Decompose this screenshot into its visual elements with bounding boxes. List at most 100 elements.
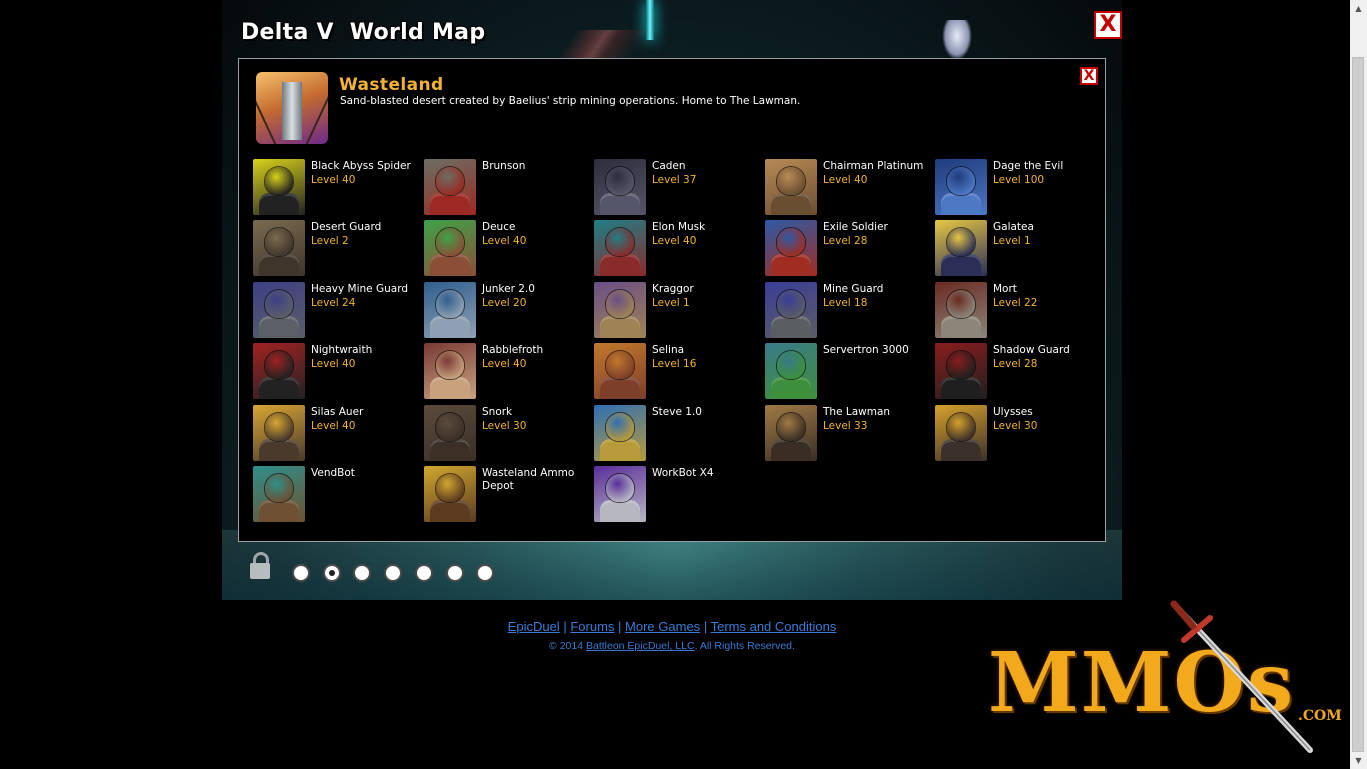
npc-entry[interactable]: Brunson	[424, 159, 589, 217]
link-more-games[interactable]: More Games	[625, 619, 700, 634]
npc-entry[interactable]: Nightwraith Level 40	[253, 343, 418, 401]
npc-portrait[interactable]	[594, 159, 646, 215]
npc-entry[interactable]: Shadow Guard Level 28	[935, 343, 1100, 401]
npc-entry[interactable]: Wasteland Ammo Depot	[424, 466, 589, 524]
npc-entry[interactable]: The Lawman Level 33	[765, 405, 930, 463]
npc-portrait[interactable]	[765, 405, 817, 461]
npc-portrait[interactable]	[253, 343, 305, 399]
npc-portrait[interactable]	[765, 343, 817, 399]
npc-level: Level 24	[311, 297, 356, 309]
npc-entry[interactable]: Chairman Platinum Level 40	[765, 159, 930, 217]
background-statue	[942, 20, 972, 60]
npc-entry[interactable]: Kraggor Level 1	[594, 282, 759, 340]
npc-level: Level 30	[993, 420, 1038, 432]
npc-level: Level 40	[482, 235, 527, 247]
npc-entry[interactable]: Silas Auer Level 40	[253, 405, 418, 463]
npc-portrait[interactable]	[594, 343, 646, 399]
npc-entry[interactable]: Dage the Evil Level 100	[935, 159, 1100, 217]
wasteland-zone-icon	[256, 72, 328, 144]
npc-name: WorkBot X4	[652, 467, 714, 479]
npc-portrait[interactable]	[253, 405, 305, 461]
link-forums[interactable]: Forums	[570, 619, 614, 634]
npc-portrait[interactable]	[253, 282, 305, 338]
npc-name: Galatea	[993, 221, 1034, 233]
npc-entry[interactable]: Black Abyss Spider Level 40	[253, 159, 418, 217]
npc-level: Level 22	[993, 297, 1038, 309]
npc-entry[interactable]: Desert Guard Level 2	[253, 220, 418, 278]
lock-icon[interactable]	[249, 552, 271, 580]
npc-level: Level 28	[823, 235, 868, 247]
npc-entry[interactable]: Ulysses Level 30	[935, 405, 1100, 463]
scroll-thumb[interactable]	[1352, 57, 1364, 752]
copyright-suffix: . All Rights Reserved.	[694, 640, 795, 652]
npc-entry[interactable]: Heavy Mine Guard Level 24	[253, 282, 418, 340]
npc-portrait[interactable]	[935, 343, 987, 399]
link-separator: |	[563, 619, 567, 634]
npc-entry[interactable]: Junker 2.0 Level 20	[424, 282, 589, 340]
close-panel-button[interactable]: X	[1080, 67, 1098, 85]
npc-entry[interactable]: WorkBot X4	[594, 466, 759, 524]
npc-level: Level 18	[823, 297, 868, 309]
npc-entry[interactable]: Selina Level 16	[594, 343, 759, 401]
close-map-button[interactable]: X	[1094, 11, 1122, 39]
page-dot[interactable]	[384, 564, 403, 582]
npc-name: Heavy Mine Guard	[311, 283, 409, 295]
npc-name: Rabblefroth	[482, 344, 544, 356]
npc-entry[interactable]: Servertron 3000	[765, 343, 930, 401]
npc-entry[interactable]: Steve 1.0	[594, 405, 759, 463]
npc-level: Level 28	[993, 358, 1038, 370]
npc-portrait[interactable]	[424, 343, 476, 399]
npc-portrait[interactable]	[935, 220, 987, 276]
npc-entry[interactable]: Rabblefroth Level 40	[424, 343, 589, 401]
page-dot[interactable]	[445, 564, 464, 582]
npc-portrait[interactable]	[594, 466, 646, 522]
npc-entry[interactable]: Elon Musk Level 40	[594, 220, 759, 278]
npc-portrait[interactable]	[253, 220, 305, 276]
npc-portrait[interactable]	[253, 159, 305, 215]
npc-name: Nightwraith	[311, 344, 373, 356]
npc-portrait[interactable]	[765, 220, 817, 276]
npc-entry[interactable]: Deuce Level 40	[424, 220, 589, 278]
link-terms[interactable]: Terms and Conditions	[711, 619, 837, 634]
npc-portrait[interactable]	[935, 405, 987, 461]
npc-portrait[interactable]	[424, 159, 476, 215]
copyright-prefix: © 2014	[549, 640, 584, 652]
page-dot[interactable]	[292, 564, 310, 582]
npc-level: Level 40	[311, 358, 356, 370]
npc-level: Level 16	[652, 358, 697, 370]
npc-name: Deuce	[482, 221, 516, 233]
npc-entry[interactable]: Snork Level 30	[424, 405, 589, 463]
npc-entry[interactable]: Mort Level 22	[935, 282, 1100, 340]
npc-level: Level 40	[311, 174, 356, 186]
page-dot[interactable]	[414, 564, 433, 582]
npc-portrait[interactable]	[594, 282, 646, 338]
vertical-scrollbar[interactable]: ▲ ▼	[1350, 0, 1367, 769]
scroll-down-arrow-icon[interactable]: ▼	[1350, 752, 1367, 769]
npc-entry[interactable]: Caden Level 37	[594, 159, 759, 217]
zone-description: Sand-blasted desert created by Baelius' …	[340, 95, 801, 107]
npc-portrait[interactable]	[594, 220, 646, 276]
copyright-company-link[interactable]: Battleon EpicDuel, LLC	[586, 640, 695, 652]
npc-portrait[interactable]	[935, 282, 987, 338]
npc-name: Selina	[652, 344, 685, 356]
zone-info-panel: X Wasteland Sand-blasted desert created …	[238, 58, 1106, 542]
npc-portrait[interactable]	[594, 405, 646, 461]
npc-entry[interactable]: VendBot	[253, 466, 418, 524]
npc-portrait[interactable]	[765, 159, 817, 215]
npc-entry[interactable]: Exile Soldier Level 28	[765, 220, 930, 278]
npc-portrait[interactable]	[765, 282, 817, 338]
npc-portrait[interactable]	[424, 405, 476, 461]
npc-portrait[interactable]	[935, 159, 987, 215]
link-epicduel[interactable]: EpicDuel	[508, 619, 560, 634]
scroll-up-arrow-icon[interactable]: ▲	[1350, 0, 1367, 17]
npc-entry[interactable]: Galatea Level 1	[935, 220, 1100, 278]
npc-portrait[interactable]	[424, 282, 476, 338]
npc-name: Junker 2.0	[482, 283, 535, 295]
page-dot[interactable]	[322, 564, 341, 582]
npc-portrait[interactable]	[424, 466, 476, 522]
npc-portrait[interactable]	[253, 466, 305, 522]
npc-level: Level 20	[482, 297, 527, 309]
npc-name: Mine Guard	[823, 283, 884, 295]
npc-portrait[interactable]	[424, 220, 476, 276]
npc-entry[interactable]: Mine Guard Level 18	[765, 282, 930, 340]
